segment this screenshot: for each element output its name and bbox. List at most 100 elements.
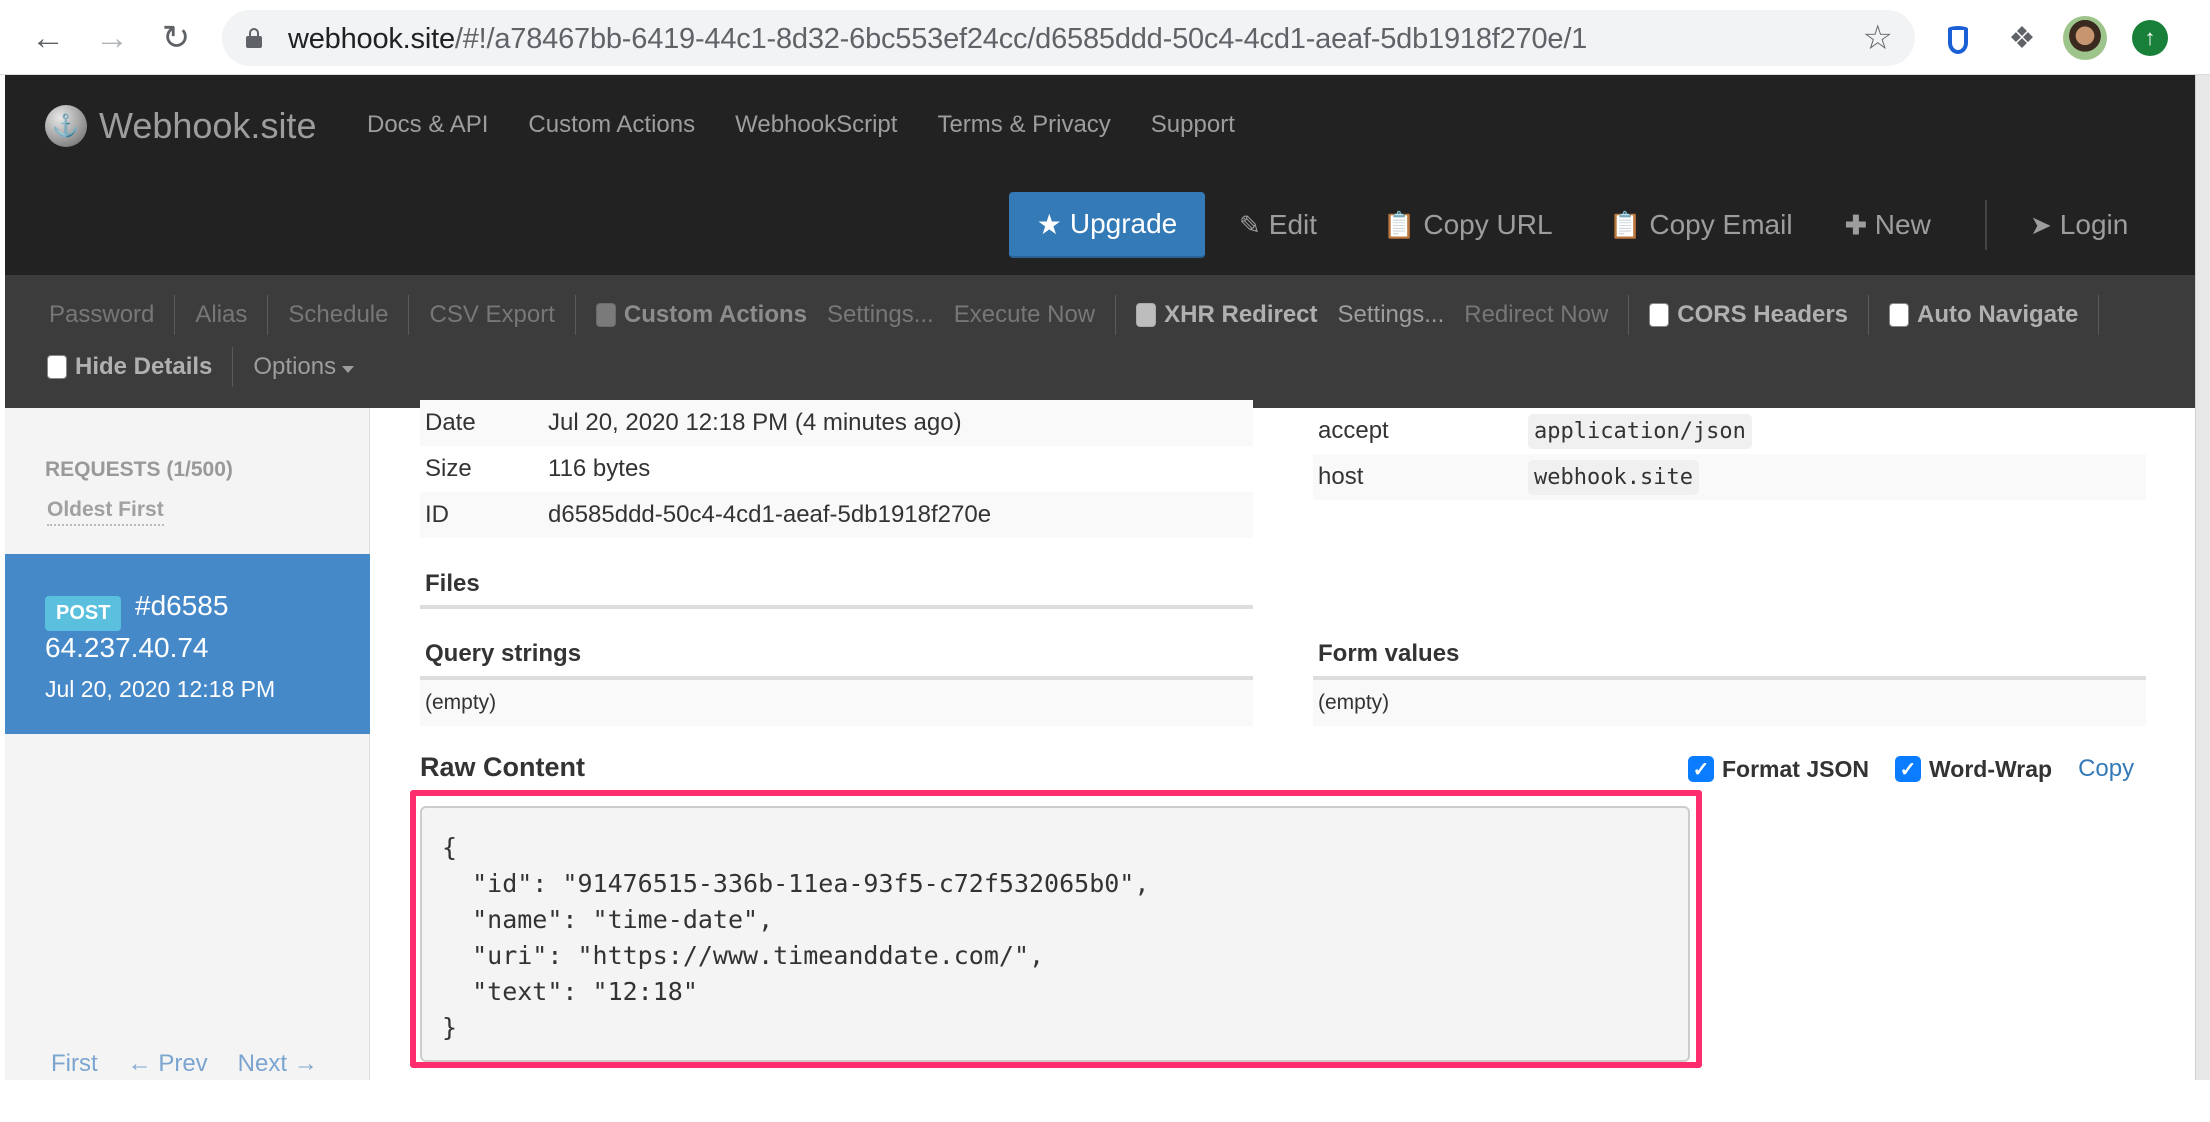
options-toolbar: Password Alias Schedule CSV Export Custo… — [5, 275, 2195, 408]
copy-email-label: Copy Email — [1649, 209, 1793, 240]
alias-button[interactable]: Alias — [175, 301, 267, 329]
browser-window: ← → ↻ webhook.site/#!/a78467bb-6419-44c1… — [0, 0, 2210, 1122]
first-page-link[interactable]: First — [51, 1050, 98, 1078]
xhr-redirect-checkbox[interactable] — [1136, 303, 1157, 327]
detail-value: Jul 20, 2020 12:18 PM (4 minutes ago) — [548, 409, 962, 436]
nav-divider — [1985, 200, 1987, 250]
upgrade-label: Upgrade — [1069, 208, 1178, 239]
nav-link-terms-privacy[interactable]: Terms & Privacy — [937, 111, 1110, 139]
password-button[interactable]: Password — [5, 301, 174, 329]
schedule-button[interactable]: Schedule — [268, 301, 408, 329]
auto-navigate-label: Auto Navigate — [1917, 301, 2079, 328]
webhook-logo-icon: ⚓ — [45, 105, 87, 147]
format-json-checkbox[interactable]: ✓ — [1688, 756, 1714, 782]
request-details-table: Date Jul 20, 2020 12:18 PM (4 minutes ag… — [420, 400, 1253, 538]
back-arrow-icon[interactable]: ← — [28, 18, 68, 58]
xhr-redirect-toggle[interactable]: XHR Redirect — [1116, 301, 1327, 329]
brand-link[interactable]: ⚓ Webhook.site — [45, 105, 316, 147]
profile-avatar[interactable] — [2063, 16, 2107, 60]
hide-details-checkbox[interactable] — [47, 355, 67, 379]
nav-link-custom-actions[interactable]: Custom Actions — [528, 111, 695, 139]
custom-actions-checkbox[interactable] — [595, 303, 616, 327]
auto-navigate-toggle[interactable]: Auto Navigate — [1869, 301, 2098, 329]
request-hash: #d6585 — [135, 590, 229, 621]
execute-now-button[interactable]: Execute Now — [944, 301, 1115, 329]
raw-content-controls: ✓ Format JSON ✓ Word-Wrap Copy — [1688, 755, 2134, 783]
next-page-link[interactable]: Next → — [238, 1050, 318, 1078]
xhr-settings-button[interactable]: Settings... — [1328, 301, 1455, 329]
pagination: First ← Prev Next → — [51, 1050, 318, 1078]
custom-actions-label: Custom Actions — [623, 301, 807, 328]
address-bar[interactable]: webhook.site/#!/a78467bb-6419-44c1-8d32-… — [222, 10, 1915, 66]
highlight-annotation-box — [410, 790, 1702, 1068]
header-value: webhook.site — [1528, 459, 1699, 495]
custom-actions-settings-button[interactable]: Settings... — [817, 301, 944, 329]
header-key: host — [1318, 463, 1364, 490]
extension-drop-icon[interactable] — [1936, 16, 1980, 60]
edit-icon: ✎ — [1239, 209, 1261, 240]
request-headers-table: accept application/json host webhook.sit… — [1313, 408, 2146, 500]
copy-raw-button[interactable]: Copy — [2078, 755, 2134, 783]
files-divider — [420, 605, 1253, 609]
word-wrap-checkbox[interactable]: ✓ — [1894, 756, 1921, 782]
lock-icon[interactable] — [246, 28, 262, 48]
cors-headers-toggle[interactable]: CORS Headers — [1629, 301, 1868, 329]
format-json-toggle[interactable]: ✓ Format JSON — [1688, 756, 1869, 783]
files-heading: Files — [425, 570, 480, 597]
login-button[interactable]: ➤ Login — [2030, 192, 2128, 258]
cors-headers-label: CORS Headers — [1677, 301, 1849, 328]
toolbar-row-1: Password Alias Schedule CSV Export Custo… — [5, 295, 2100, 335]
clipboard-icon: 📋 — [1383, 209, 1416, 240]
caret-down-icon — [342, 365, 355, 373]
prev-page-link[interactable]: ← Prev — [128, 1050, 208, 1078]
table-row: ID d6585ddd-50c4-4cd1-aeaf-5db1918f270e — [420, 492, 1253, 538]
copy-email-button[interactable]: 📋 Copy Email — [1609, 192, 1793, 258]
hide-details-toggle[interactable]: Hide Details — [5, 353, 232, 381]
extensions-puzzle-icon[interactable]: ❖ — [2000, 16, 2044, 60]
upgrade-button[interactable]: ★ Upgrade — [1009, 192, 1205, 258]
auto-navigate-checkbox[interactable] — [1889, 303, 1910, 327]
xhr-redirect-label: XHR Redirect — [1164, 301, 1318, 328]
nav-link-support[interactable]: Support — [1151, 111, 1235, 139]
format-json-label: Format JSON — [1722, 755, 1869, 782]
nav-link-docs-api[interactable]: Docs & API — [367, 111, 488, 139]
csv-export-button[interactable]: CSV Export — [409, 301, 574, 329]
nav-link-webhookscript[interactable]: WebhookScript — [735, 111, 897, 139]
word-wrap-toggle[interactable]: ✓ Word-Wrap — [1894, 756, 2052, 783]
top-nav: Docs & API Custom Actions WebhookScript … — [367, 111, 1275, 139]
requests-sidebar: REQUESTS (1/500) Oldest First POST #d658… — [5, 408, 370, 1080]
clipboard-icon: 📋 — [1609, 209, 1642, 240]
detail-value: 116 bytes — [548, 455, 651, 482]
sort-order-toggle[interactable]: Oldest First — [47, 498, 164, 526]
table-row: accept application/json — [1313, 408, 2146, 454]
toolbar-row-2: Hide Details Options — [5, 347, 374, 387]
page-scrollbar[interactable] — [2195, 75, 2210, 1080]
plus-icon: ✚ — [1845, 209, 1867, 240]
site-navbar: ⚓ Webhook.site Docs & API Custom Actions… — [5, 75, 2195, 275]
copy-url-label: Copy URL — [1423, 209, 1553, 240]
copy-url-button[interactable]: 📋 Copy URL — [1383, 192, 1553, 258]
custom-actions-toggle[interactable]: Custom Actions — [576, 301, 817, 329]
query-strings-heading: Query strings — [425, 640, 582, 667]
requests-count-label: REQUESTS (1/500) — [45, 458, 233, 481]
form-values-value: (empty) — [1313, 680, 2146, 726]
address-bar-url[interactable]: webhook.site/#!/a78467bb-6419-44c1-8d32-… — [288, 23, 1587, 56]
options-dropdown[interactable]: Options — [233, 353, 374, 381]
detail-key: ID — [425, 501, 449, 528]
request-list-item[interactable]: POST #d6585 64.237.40.74 Jul 20, 2020 12… — [5, 554, 370, 734]
new-button[interactable]: ✚ New — [1845, 192, 1931, 258]
method-badge: POST — [45, 596, 122, 631]
sign-in-icon: ➤ — [2030, 209, 2052, 240]
table-row: Size 116 bytes — [420, 446, 1253, 492]
url-host: webhook.site — [288, 23, 455, 55]
cors-headers-checkbox[interactable] — [1649, 303, 1670, 327]
detail-value: d6585ddd-50c4-4cd1-aeaf-5db1918f270e — [548, 501, 992, 528]
reload-icon[interactable]: ↻ — [156, 18, 196, 58]
redirect-now-button[interactable]: Redirect Now — [1454, 301, 1628, 329]
hide-details-label: Hide Details — [75, 353, 213, 380]
update-icon[interactable]: ↑ — [2128, 16, 2172, 60]
forward-arrow-icon[interactable]: → — [92, 18, 132, 58]
edit-button[interactable]: ✎ Edit — [1239, 192, 1317, 258]
bookmark-star-icon[interactable]: ☆ — [1863, 18, 1893, 58]
request-date: Jul 20, 2020 12:18 PM — [45, 676, 276, 702]
